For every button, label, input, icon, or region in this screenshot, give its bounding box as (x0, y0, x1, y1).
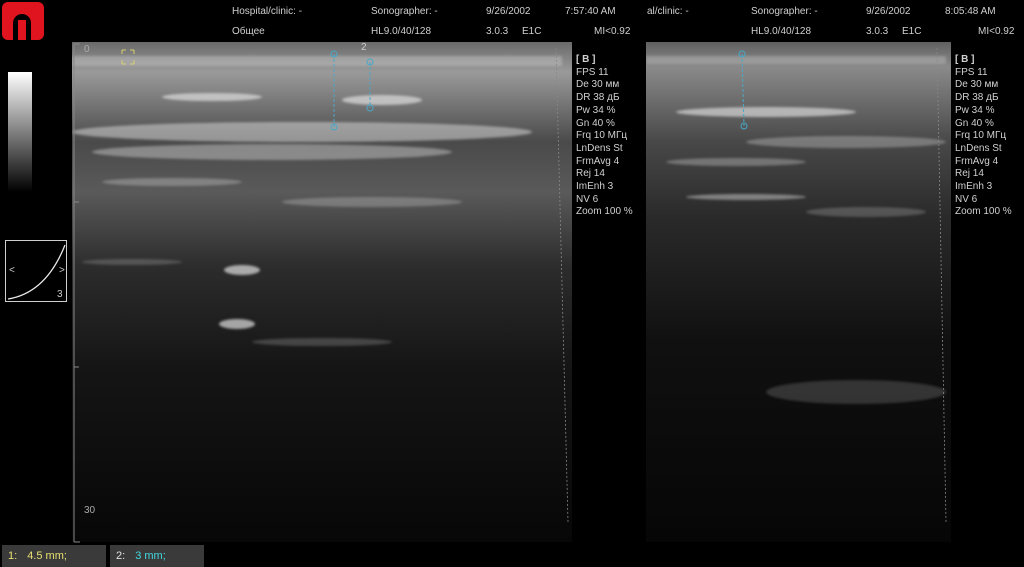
right-clinic: al/clinic: - (647, 6, 689, 17)
left-sonographer: Sonographer: - (371, 6, 438, 17)
right-date: 9/26/2002 (866, 6, 911, 17)
right-probe: HL9.0/40/128 (751, 26, 812, 37)
left-param-fps: FPS 11 (576, 66, 609, 78)
right-params-panel: [ B ] FPS 11 De 30 мм DR 38 дБ Pw 34 % G… (955, 54, 1012, 219)
right-param-dr: DR 38 дБ (955, 92, 999, 104)
curve-number: 3 (57, 289, 63, 300)
measurement-2[interactable]: 2: 3 mm; (110, 545, 204, 567)
right-scan-svg (646, 42, 951, 542)
left-ultrasound-image[interactable] (72, 42, 572, 542)
measurement-2-index: 2: (116, 550, 126, 562)
left-param-nv: NV 6 (576, 193, 599, 205)
left-params-header: [ B ] (576, 54, 596, 65)
left-depth-ruler (73, 43, 80, 543)
right-code: E1C (902, 26, 922, 37)
left-param-frq: Frq 10 МГц (576, 130, 628, 142)
right-param-frq: Frq 10 МГц (955, 130, 1007, 142)
right-mi: MI<0.92 (978, 26, 1015, 37)
left-probe: HL9.0/40/128 (371, 26, 432, 37)
left-depth-end: 30 (84, 505, 96, 516)
right-param-de: De 30 мм (955, 79, 999, 91)
left-param-de: De 30 мм (576, 79, 620, 91)
left-param-pw: Pw 34 % (576, 104, 616, 116)
right-param-gn: Gn 40 % (955, 117, 994, 129)
curve-prev[interactable]: < (9, 265, 15, 276)
right-param-nv: NV 6 (955, 193, 978, 205)
left-scan-svg (72, 42, 572, 542)
right-param-lndens: LnDens St (955, 142, 1002, 154)
left-param-lndens: LnDens St (576, 142, 623, 154)
left-date: 9/26/2002 (486, 6, 531, 17)
right-param-zoom: Zoom 100 % (955, 206, 1012, 218)
caliper-2-label: 2 (361, 42, 367, 53)
right-version: 3.0.3 (866, 26, 889, 37)
left-params-panel: [ B ] FPS 11 De 30 мм DR 38 дБ Pw 34 % G… (576, 54, 633, 219)
left-param-zoom: Zoom 100 % (576, 206, 633, 218)
left-param-gn: Gn 40 % (576, 117, 615, 129)
measurement-1-value: 4.5 mm; (27, 550, 67, 562)
right-param-fps: FPS 11 (955, 66, 988, 78)
right-params-header: [ B ] (955, 54, 975, 65)
left-depth-start: 0 (84, 44, 90, 55)
measurement-1-index: 1: (8, 550, 18, 562)
left-param-imenh: ImEnh 3 (576, 181, 614, 193)
brand-logo (2, 2, 44, 40)
right-param-rej: Rej 14 (955, 168, 984, 180)
gray-curve-box[interactable]: < > 3 (5, 240, 67, 302)
left-preset: Общее (232, 26, 265, 37)
measurement-2-value: 3 mm; (135, 550, 166, 562)
left-mi: MI<0.92 (594, 26, 631, 37)
right-ultrasound-image[interactable] (646, 42, 951, 542)
left-clinic: Hospital/clinic: - (232, 6, 303, 17)
left-param-rej: Rej 14 (576, 168, 605, 180)
curve-next[interactable]: > (59, 265, 65, 276)
right-param-pw: Pw 34 % (955, 104, 995, 116)
left-param-frmavg: FrmAvg 4 (576, 155, 620, 167)
measurement-1[interactable]: 1: 4.5 mm; (2, 545, 106, 567)
right-time: 8:05:48 AM (945, 6, 996, 17)
right-param-frmavg: FrmAvg 4 (955, 155, 999, 167)
grayscale-bar (8, 72, 32, 192)
top-bar: Hospital/clinic: - Sonographer: - 9/26/2… (0, 0, 1024, 42)
left-param-dr: DR 38 дБ (576, 92, 620, 104)
right-param-imenh: ImEnh 3 (955, 181, 993, 193)
left-time: 7:57:40 AM (565, 6, 616, 17)
left-version: 3.0.3 (486, 26, 509, 37)
right-sonographer: Sonographer: - (751, 6, 818, 17)
left-code: E1C (522, 26, 542, 37)
